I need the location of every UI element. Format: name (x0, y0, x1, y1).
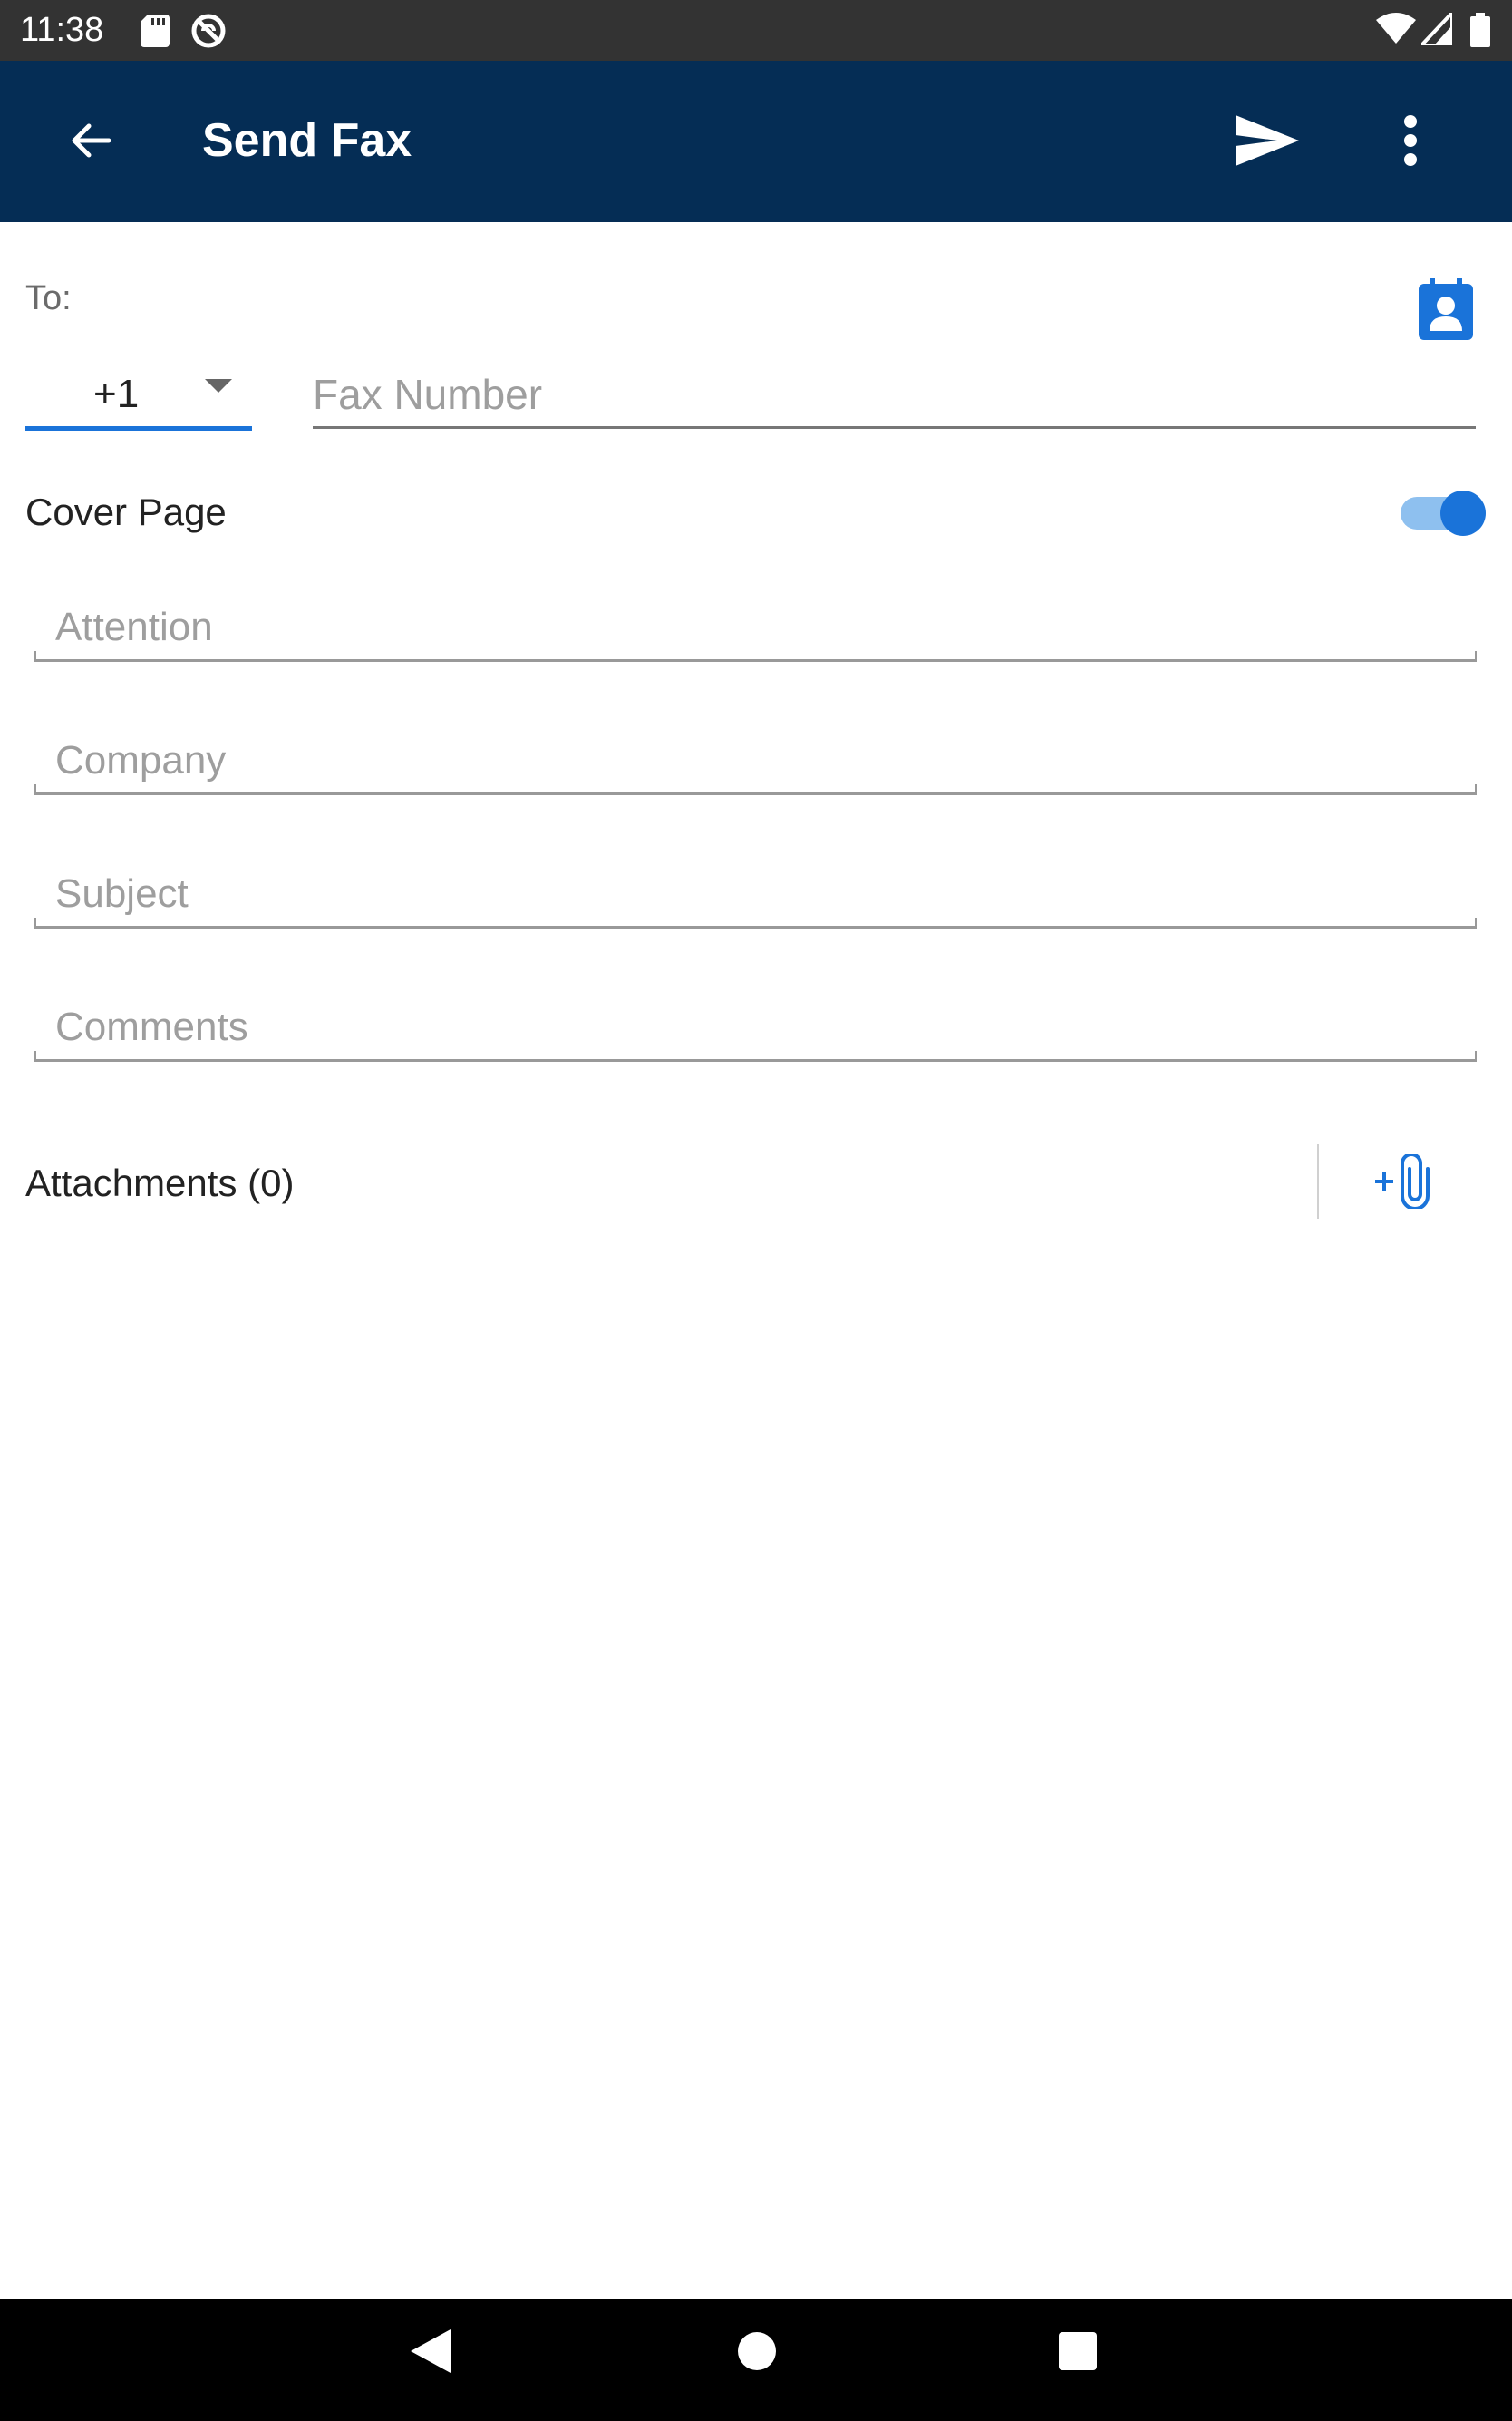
attention-field-wrap (34, 598, 1477, 662)
app-bar: Send Fax (0, 61, 1512, 222)
chevron-down-icon (205, 379, 232, 393)
nav-back-button[interactable] (399, 2321, 462, 2385)
battery-icon (1470, 13, 1490, 52)
more-options-button[interactable] (1374, 106, 1447, 179)
comments-field-wrap (34, 998, 1477, 1062)
send-button[interactable] (1231, 106, 1304, 179)
signal-icon (1417, 7, 1454, 50)
divider (1317, 1144, 1319, 1219)
comments-input[interactable] (34, 998, 1477, 1056)
field-underline (34, 1051, 1477, 1062)
contact-book-icon (1419, 277, 1473, 345)
wifi-icon (1376, 13, 1416, 50)
add-attachment-icon (1373, 1152, 1433, 1213)
home-circle-icon (738, 2331, 776, 2375)
toggle-thumb (1440, 491, 1486, 536)
subject-field-wrap (34, 865, 1477, 929)
back-triangle-icon (411, 2329, 451, 2377)
page-title: Send Fax (202, 114, 412, 167)
company-field-wrap (34, 732, 1477, 795)
recents-square-icon (1059, 2331, 1097, 2375)
send-icon (1236, 114, 1299, 170)
contacts-button[interactable] (1414, 277, 1478, 345)
navigation-bar (0, 2299, 1512, 2421)
cover-page-label: Cover Page (25, 491, 227, 533)
back-button[interactable] (54, 106, 127, 179)
country-code-select[interactable]: +1 (25, 363, 252, 431)
attention-input[interactable] (34, 598, 1477, 656)
field-underline (34, 651, 1477, 662)
nav-recents-button[interactable] (1046, 2321, 1110, 2385)
field-underline (34, 918, 1477, 929)
field-underline (34, 784, 1477, 795)
country-code-value: +1 (93, 372, 140, 416)
sync-disabled-icon (190, 13, 227, 53)
attachments-label: Attachments (0) (25, 1162, 295, 1204)
more-vert-icon (1403, 114, 1418, 171)
add-attachment-button[interactable] (1367, 1147, 1439, 1220)
fax-number-input[interactable] (313, 363, 1476, 429)
to-label: To: (25, 279, 72, 317)
sd-card-icon (141, 15, 170, 52)
subject-input[interactable] (34, 865, 1477, 923)
status-bar: 11:38 (0, 0, 1512, 61)
status-time: 11:38 (20, 11, 104, 49)
arrow-left-icon (69, 119, 112, 167)
company-input[interactable] (34, 732, 1477, 790)
cover-page-toggle[interactable] (1399, 488, 1486, 539)
nav-home-button[interactable] (725, 2321, 789, 2385)
